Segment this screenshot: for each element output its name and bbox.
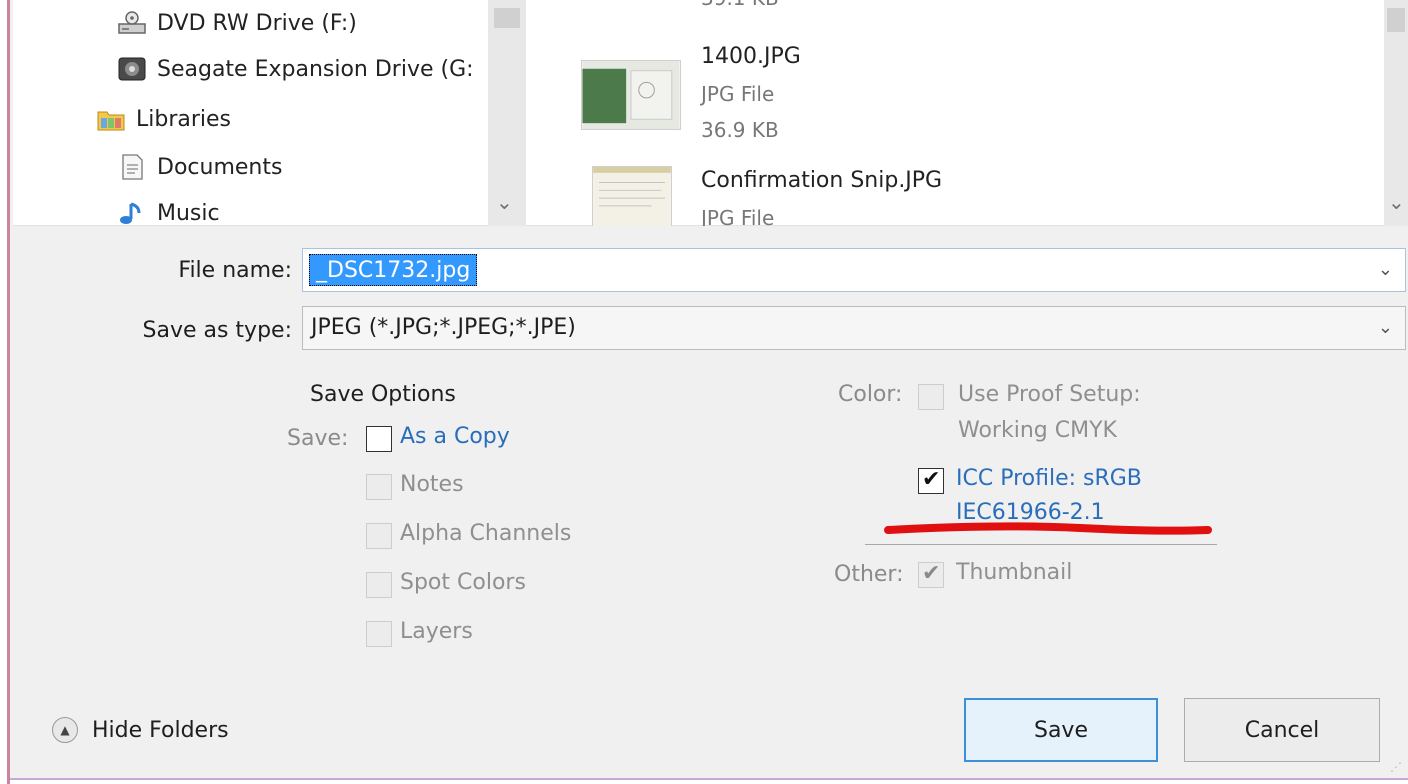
file-type: JPG File (701, 82, 775, 106)
nav-item-seagate-drive[interactable]: Seagate Expansion Drive (G: (117, 56, 474, 82)
file-name: 1400.JPG (701, 44, 801, 69)
file-list: 39.1 KB 1400.JPG JPG File 36.9 KB Confir… (526, 0, 1408, 226)
libraries-folder-icon (97, 111, 125, 131)
nav-item-label: Seagate Expansion Drive (G: (157, 56, 474, 82)
chevron-down-icon[interactable]: ⌄ (1378, 317, 1393, 338)
color-label: Color: (838, 382, 903, 407)
navigation-pane: DVD RW Drive (F:) Seagate Expansion Driv… (13, 0, 526, 226)
file-name: Confirmation Snip.JPG (701, 168, 943, 193)
proof-profile-name: Working CMYK (958, 418, 1117, 443)
browse-area: DVD RW Drive (F:) Seagate Expansion Driv… (13, 0, 1408, 226)
nav-item-dvd-drive[interactable]: DVD RW Drive (F:) (117, 10, 357, 36)
file-name-input[interactable]: _DSC1732.jpg ⌄ (302, 248, 1406, 292)
nav-item-music[interactable]: Music (117, 200, 220, 226)
image-thumbnail (592, 166, 672, 226)
nav-item-label: Music (157, 200, 220, 226)
external-drive-icon (118, 57, 146, 81)
nav-item-label: Documents (157, 154, 283, 180)
nav-item-label: DVD RW Drive (F:) (157, 10, 357, 36)
other-label: Other: (834, 562, 904, 587)
icc-profile-label[interactable]: ICC Profile: sRGB (956, 466, 1142, 491)
nav-item-documents[interactable]: Documents (117, 154, 282, 180)
scrollbar-thumb[interactable] (494, 8, 520, 28)
file-size: 39.1 KB (701, 0, 779, 10)
scrollbar-thumb[interactable] (1387, 8, 1405, 32)
navigation-scrollbar[interactable]: ⌄ (488, 0, 526, 226)
window-frame-left (0, 0, 10, 784)
list-item[interactable]: 1400.JPG JPG File 36.9 KB (526, 40, 1326, 160)
layers-label: Layers (400, 619, 473, 644)
spot-colors-checkbox (366, 572, 392, 598)
alpha-channels-label: Alpha Channels (400, 521, 572, 546)
file-name-label: File name: (178, 258, 292, 283)
save-button[interactable]: Save (964, 698, 1158, 762)
save-type-label: Save as type: (142, 318, 293, 343)
use-proof-setup-label: Use Proof Setup: (958, 382, 1141, 407)
file-list-scrollbar[interactable]: ⌄ (1384, 0, 1408, 226)
list-item[interactable]: Confirmation Snip.JPG JPG File (526, 166, 1326, 226)
music-icon (120, 202, 141, 224)
chevron-down-icon[interactable]: ⌄ (496, 190, 513, 214)
chevron-down-icon[interactable]: ⌄ (1388, 190, 1405, 214)
thumbnail-checkbox: ✔ (918, 561, 944, 588)
dvd-drive-icon (118, 11, 146, 34)
file-name-value[interactable]: _DSC1732.jpg (309, 254, 478, 286)
as-a-copy-checkbox[interactable] (366, 426, 392, 452)
hide-folders-label: Hide Folders (92, 717, 229, 743)
notes-checkbox (366, 474, 392, 500)
resize-grip-icon[interactable]: ⋰ (1390, 760, 1402, 774)
use-proof-setup-checkbox (918, 384, 944, 410)
thumbnail-label: Thumbnail (956, 560, 1073, 585)
image-thumbnail (581, 60, 681, 130)
save-options-heading: Save Options (310, 382, 456, 407)
documents-icon (122, 154, 143, 180)
save-type-value: JPEG (*.JPG;*.JPEG;*.JPE) (311, 315, 576, 340)
hide-folders-button[interactable]: ▲ Hide Folders (52, 717, 229, 743)
notes-label: Notes (400, 472, 464, 497)
nav-item-libraries[interactable]: Libraries (96, 106, 231, 132)
spot-colors-label: Spot Colors (400, 570, 526, 595)
window-frame-bottom (10, 778, 1408, 784)
as-a-copy-label[interactable]: As a Copy (400, 424, 510, 449)
nav-item-label: Libraries (136, 106, 232, 132)
options-divider (865, 544, 1217, 545)
checkmark-icon: ✔ (922, 467, 941, 492)
save-label: Save: (287, 426, 349, 451)
red-underline-annotation (884, 522, 1212, 535)
cancel-button[interactable]: Cancel (1184, 698, 1380, 762)
layers-checkbox (366, 621, 392, 647)
checkmark-icon: ✔ (922, 561, 941, 586)
icc-profile-checkbox[interactable]: ✔ (918, 467, 944, 494)
file-size: 36.9 KB (701, 118, 779, 142)
chevron-down-icon[interactable]: ⌄ (1378, 259, 1393, 280)
alpha-channels-checkbox (366, 523, 392, 549)
file-type: JPG File (701, 206, 775, 226)
chevron-up-icon: ▲ (52, 717, 78, 743)
save-type-select[interactable]: JPEG (*.JPG;*.JPEG;*.JPE) ⌄ (302, 306, 1406, 350)
